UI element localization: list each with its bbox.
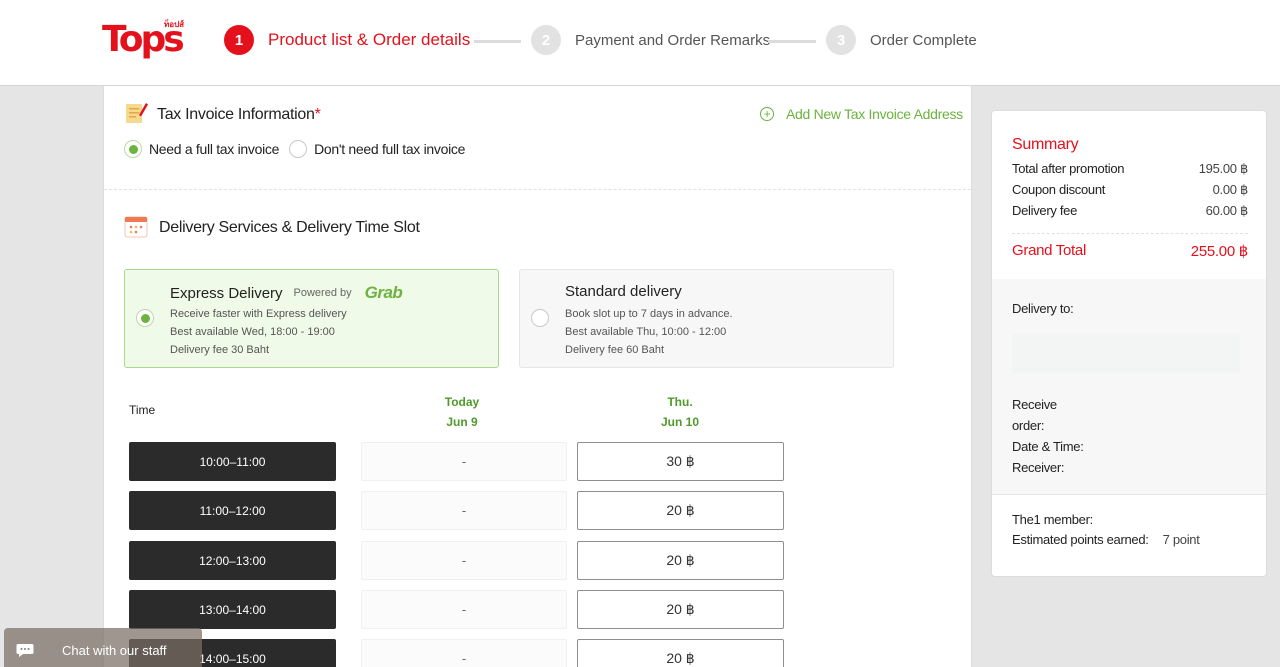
slot-option[interactable]: 20 ฿ xyxy=(577,639,784,667)
points-label: Estimated points earned: xyxy=(1012,532,1149,547)
summary-label: Delivery fee xyxy=(1012,203,1078,218)
summary-label: Coupon discount xyxy=(1012,182,1106,197)
option-full-label: Need a full tax invoice xyxy=(149,141,280,157)
slot-time-label: 11:00–12:00 xyxy=(129,491,336,530)
step-connector xyxy=(768,40,816,43)
step-3-number: 3 xyxy=(826,25,856,55)
summary-row: Coupon discount 0.00 ฿ xyxy=(1012,182,1248,198)
summary-value: 0.00 ฿ xyxy=(1212,182,1249,197)
slot-time-label: 12:00–13:00 xyxy=(129,541,336,580)
express-delivery-card[interactable]: Express Delivery Powered by Grab Receive… xyxy=(124,269,499,368)
express-fee: Delivery fee 30 Baht xyxy=(170,344,270,356)
delivery-info: Delivery to: Receive order: Date & Time:… xyxy=(992,279,1266,494)
radio-express-delivery[interactable] xyxy=(136,309,154,327)
day-header-today: Today Jun 9 xyxy=(412,392,512,432)
calendar-icon xyxy=(124,216,148,238)
grand-total-value: 255.00 ฿ xyxy=(1190,243,1249,260)
member-divider xyxy=(992,494,1266,495)
tax-invoice-title: Tax Invoice Information* xyxy=(157,106,321,124)
standard-delivery-title: Standard delivery xyxy=(565,283,682,300)
express-delivery-title: Express Delivery xyxy=(170,284,283,302)
tax-invoice-icon xyxy=(126,103,148,123)
slot-unavailable: - xyxy=(361,491,567,530)
summary-title: Summary xyxy=(1012,136,1079,153)
powered-by-label: Powered by xyxy=(293,287,352,299)
order-label: order: xyxy=(1012,418,1045,433)
option-none-label: Don't need full tax invoice xyxy=(314,141,466,157)
chat-bubble-icon xyxy=(16,644,34,657)
datetime-label: Date & Time: xyxy=(1012,439,1084,454)
standard-desc: Book slot up to 7 days in advance. xyxy=(565,308,733,320)
day-name: Today xyxy=(444,395,480,409)
radio-standard-delivery[interactable] xyxy=(531,309,549,327)
step-connector xyxy=(474,40,521,43)
day-date: Jun 10 xyxy=(660,415,699,429)
day-header-thu: Thu. Jun 10 xyxy=(630,392,730,432)
time-column-header: Time xyxy=(129,403,156,417)
summary-value: 60.00 ฿ xyxy=(1205,203,1249,218)
slot-unavailable: - xyxy=(361,639,567,667)
slot-time-label: 13:00–14:00 xyxy=(129,590,336,629)
header: Tops ท็อปส์ 1 Product list & Order detai… xyxy=(0,0,1280,86)
order-summary: Summary Total after promotion 195.00 ฿ C… xyxy=(991,110,1267,577)
express-delivery-heading: Express Delivery Powered by Grab xyxy=(170,283,403,303)
day-name: Thu. xyxy=(667,395,693,409)
summary-row: Delivery fee 60.00 ฿ xyxy=(1012,203,1248,219)
step-1-number: 1 xyxy=(224,25,254,55)
add-tax-address-link[interactable]: + Add New Tax Invoice Address xyxy=(760,106,963,122)
radio-no-tax-invoice[interactable] xyxy=(289,140,308,158)
step-2-label: Payment and Order Remarks xyxy=(575,31,771,49)
chat-label: Chat with our staff xyxy=(62,642,167,658)
delivery-section-title: Delivery Services & Delivery Time Slot xyxy=(159,219,420,236)
order-details-panel: Tax Invoice Information* + Add New Tax I… xyxy=(103,86,972,667)
slot-option[interactable]: 20 ฿ xyxy=(577,541,784,580)
standard-delivery-card[interactable]: Standard delivery Book slot up to 7 days… xyxy=(519,269,894,368)
option-full-tax-invoice[interactable]: Need a full tax invoice xyxy=(124,140,279,158)
option-no-tax-invoice[interactable]: Don't need full tax invoice xyxy=(289,140,465,158)
grab-logo: Grab xyxy=(364,283,403,302)
section-divider xyxy=(104,189,971,190)
delivery-to-label: Delivery to: xyxy=(1012,301,1074,316)
add-tax-address-label: Add New Tax Invoice Address xyxy=(786,106,963,122)
logo-subtext: ท็อปส์ xyxy=(164,20,185,29)
step-2-number: 2 xyxy=(531,25,561,55)
required-mark: * xyxy=(314,106,321,123)
day-date: Jun 9 xyxy=(446,415,478,429)
radio-full-tax-invoice[interactable] xyxy=(124,140,142,158)
estimated-points: Estimated points earned: 7 point xyxy=(1012,532,1200,547)
plus-circle-icon: + xyxy=(760,107,774,121)
summary-value: 195.00 ฿ xyxy=(1198,161,1249,176)
delivery-address xyxy=(1012,334,1240,374)
standard-fee: Delivery fee 60 Baht xyxy=(565,344,665,356)
tax-invoice-title-text: Tax Invoice Information xyxy=(157,106,315,123)
receive-label: Receive xyxy=(1012,397,1057,412)
receiver-label: Receiver: xyxy=(1012,460,1065,475)
grand-total-label: Grand Total xyxy=(1012,242,1086,259)
step-3: 3 Order Complete xyxy=(826,25,977,55)
member-label: The1 member: xyxy=(1012,512,1093,527)
step-3-label: Order Complete xyxy=(870,31,977,49)
standard-best-slot: Best available Thu, 10:00 - 12:00 xyxy=(565,326,727,338)
slot-unavailable: - xyxy=(361,442,567,481)
slot-option[interactable]: 20 ฿ xyxy=(577,590,784,629)
summary-row: Total after promotion 195.00 ฿ xyxy=(1012,161,1248,177)
summary-label: Total after promotion xyxy=(1012,161,1125,176)
express-desc: Receive faster with Express delivery xyxy=(170,308,347,320)
tops-logo[interactable]: Tops ท็อปส์ xyxy=(102,18,185,62)
express-best-slot: Best available Wed, 18:00 - 19:00 xyxy=(170,326,335,338)
slot-unavailable: - xyxy=(361,590,567,629)
step-1-label: Product list & Order details xyxy=(268,30,471,49)
grand-total: Grand Total 255.00 ฿ xyxy=(1012,242,1248,260)
chat-with-staff-button[interactable]: Chat with our staff xyxy=(4,628,202,667)
slot-unavailable: - xyxy=(361,541,567,580)
tax-invoice-options: Need a full tax invoice Don't need full … xyxy=(124,140,475,158)
slot-time-label: 10:00–11:00 xyxy=(129,442,336,481)
slot-option[interactable]: 30 ฿ xyxy=(577,442,784,481)
step-2: 2 Payment and Order Remarks xyxy=(531,25,770,55)
summary-divider xyxy=(1012,233,1248,234)
step-1: 1 Product list & Order details xyxy=(224,25,470,55)
slot-option[interactable]: 20 ฿ xyxy=(577,491,784,530)
points-value: 7 point xyxy=(1162,532,1200,547)
